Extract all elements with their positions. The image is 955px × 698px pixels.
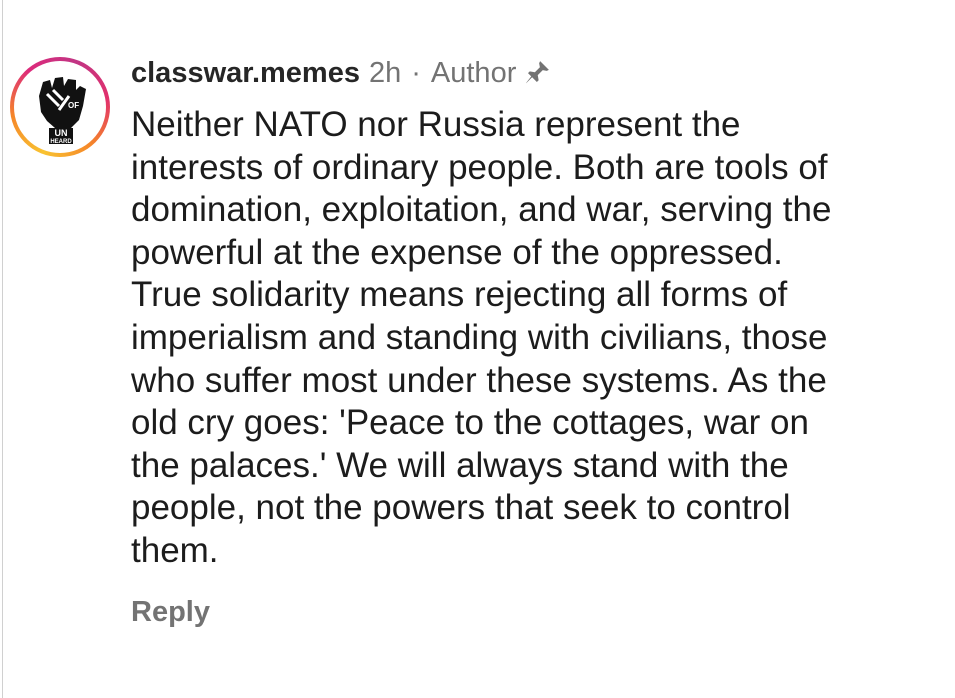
comment-line: True solidarity means rejecting all form… (131, 275, 788, 315)
avatar-border: OF UN HEARD (14, 61, 106, 153)
avatar-text-un: UN (55, 128, 68, 138)
comment-line: powerful at the expense of the oppressed… (131, 232, 783, 272)
comment-line: old cry goes: 'Peace to the cottages, wa… (131, 403, 809, 443)
username-link[interactable]: classwar.memes (131, 57, 360, 90)
timestamp: 2h (368, 56, 402, 89)
comment-line: people, not the powers that seek to cont… (131, 488, 791, 528)
comment-line: domination, exploitation, and war, servi… (131, 190, 832, 230)
comment-line: Neither NATO nor Russia represent the (131, 105, 741, 144)
author-badge: Author (430, 56, 517, 89)
separator-dot: · (411, 56, 421, 89)
comment-line: imperialism and standing with civilians,… (131, 317, 828, 357)
comment-header: classwar.memes 2h · Author (131, 53, 552, 93)
screenshot-frame: OF UN HEARD classwar.memes 2h · Author N… (0, 0, 955, 698)
avatar[interactable]: OF UN HEARD (10, 57, 110, 157)
raised-fist-icon: OF UN HEARD (19, 66, 101, 148)
comment: OF UN HEARD classwar.memes 2h · Author N… (0, 0, 955, 698)
comment-body: Neither NATO nor Russia represent the in… (131, 104, 931, 573)
pin-icon (522, 58, 552, 88)
raised-fist-logo-icon: OF UN HEARD (19, 66, 101, 148)
comment-line: who suffer most under these systems. As … (131, 360, 827, 400)
comment-line: interests of ordinary people. Both are t… (131, 147, 828, 187)
comment-line: the palaces.' We will always stand with … (131, 445, 789, 485)
reply-button[interactable]: Reply (131, 596, 210, 629)
avatar-text-heard: HEARD (50, 139, 72, 145)
comment-line: them. (131, 530, 219, 570)
avatar-text-of: OF (68, 101, 79, 110)
